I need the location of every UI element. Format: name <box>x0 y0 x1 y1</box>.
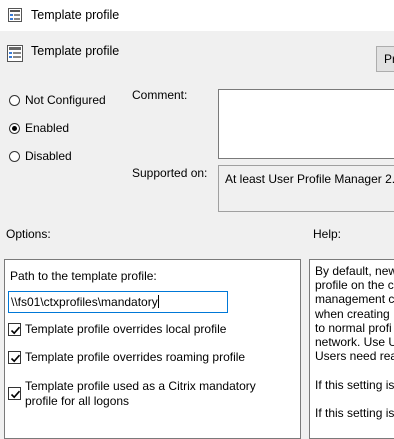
setting-title: Template profile <box>31 44 120 58</box>
comment-textarea[interactable] <box>218 89 394 159</box>
options-heading: Options: <box>6 227 51 241</box>
template-path-label: Path to the template profile: <box>10 269 157 283</box>
comment-label: Comment: <box>132 88 188 102</box>
disabled-radio[interactable]: Disabled <box>9 149 72 163</box>
supported-on-field: At least User Profile Manager 2.0 <box>218 165 394 212</box>
enabled-label: Enabled <box>25 121 70 135</box>
disabled-label: Disabled <box>25 149 72 163</box>
not-configured-label: Not Configured <box>25 93 106 107</box>
previous-setting-label: Previous Setting <box>384 52 394 66</box>
not-configured-radio[interactable]: Not Configured <box>9 93 106 107</box>
text-caret <box>157 295 159 308</box>
template-path-value: \\fs01\ctxprofiles\mandatory <box>11 295 158 309</box>
help-heading: Help: <box>313 227 342 241</box>
override-roaming-checkbox[interactable]: Template profile overrides roaming profi… <box>8 350 246 365</box>
enabled-radio[interactable]: Enabled <box>9 121 69 135</box>
override-roaming-label: Template profile overrides roaming profi… <box>25 350 246 364</box>
help-panel: By default, new profile on the c managem… <box>309 259 394 439</box>
checkbox-box <box>8 351 21 364</box>
radio-circle <box>9 122 20 134</box>
window-title: Template profile <box>31 8 120 22</box>
options-panel <box>4 259 301 439</box>
supported-on-label: Supported on: <box>132 166 208 180</box>
override-local-checkbox[interactable]: Template profile overrides local profile <box>8 322 227 337</box>
checkbox-box <box>8 387 21 400</box>
citrix-mandatory-label: Template profile used as a Citrix mandat… <box>25 379 256 408</box>
citrix-mandatory-checkbox[interactable]: Template profile used as a Citrix mandat… <box>8 379 256 409</box>
previous-setting-button[interactable]: Previous Setting <box>376 46 394 72</box>
template-path-input[interactable]: \\fs01\ctxprofiles\mandatory <box>8 291 228 313</box>
policy-setting-icon <box>8 8 22 22</box>
radio-circle <box>9 150 20 162</box>
help-text: By default, new profile on the c managem… <box>315 264 394 421</box>
override-local-label: Template profile overrides local profile <box>25 322 227 336</box>
policy-setting-icon <box>7 45 23 62</box>
radio-circle <box>9 94 20 106</box>
checkbox-box <box>8 323 21 336</box>
